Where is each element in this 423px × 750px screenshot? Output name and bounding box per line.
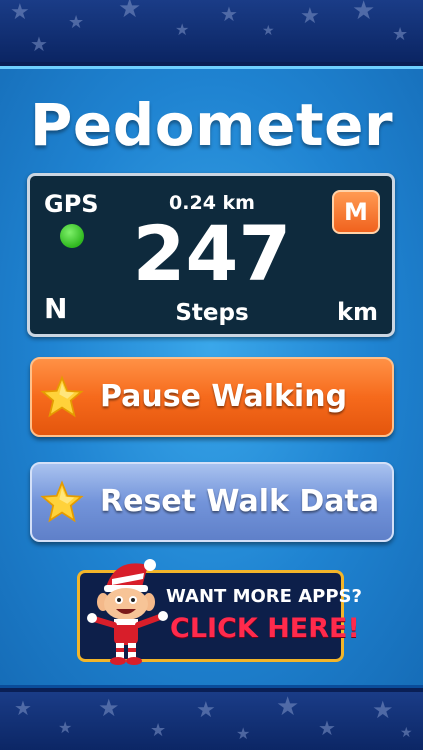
unit-label: km xyxy=(337,298,378,326)
bottom-star-band: ★ ★ ★ ★ ★ ★ ★ ★ ★ ★ xyxy=(0,688,423,750)
compass-heading: N xyxy=(44,292,68,325)
top-star-band: ★ ★ ★ ★ ★ ★ ★ ★ ★ ★ xyxy=(0,0,423,66)
step-display: GPS 0.24 km 247 Steps N km M xyxy=(27,173,395,337)
pause-walking-label: Pause Walking xyxy=(100,379,348,414)
ad-headline: WANT MORE APPS? xyxy=(166,586,362,607)
main-panel: Pedometer GPS 0.24 km 247 Steps N km M P… xyxy=(0,66,423,688)
pause-walking-button[interactable]: Pause Walking xyxy=(30,357,394,437)
page-title: Pedometer xyxy=(29,91,394,159)
reset-walk-data-label: Reset Walk Data xyxy=(100,484,380,519)
more-apps-banner[interactable]: WANT MORE APPS? CLICK HERE! xyxy=(77,559,362,665)
ad-call-to-action: CLICK HERE! xyxy=(170,613,360,644)
elf-mascot-icon xyxy=(87,559,168,665)
app-screen: ★ ★ ★ ★ ★ ★ ★ ★ ★ ★ Pedometer GPS 0.24 k… xyxy=(0,0,423,750)
star-icon xyxy=(40,375,84,418)
star-icon xyxy=(40,480,84,523)
mode-button[interactable]: M xyxy=(332,190,380,234)
reset-walk-data-button[interactable]: Reset Walk Data xyxy=(30,462,394,542)
